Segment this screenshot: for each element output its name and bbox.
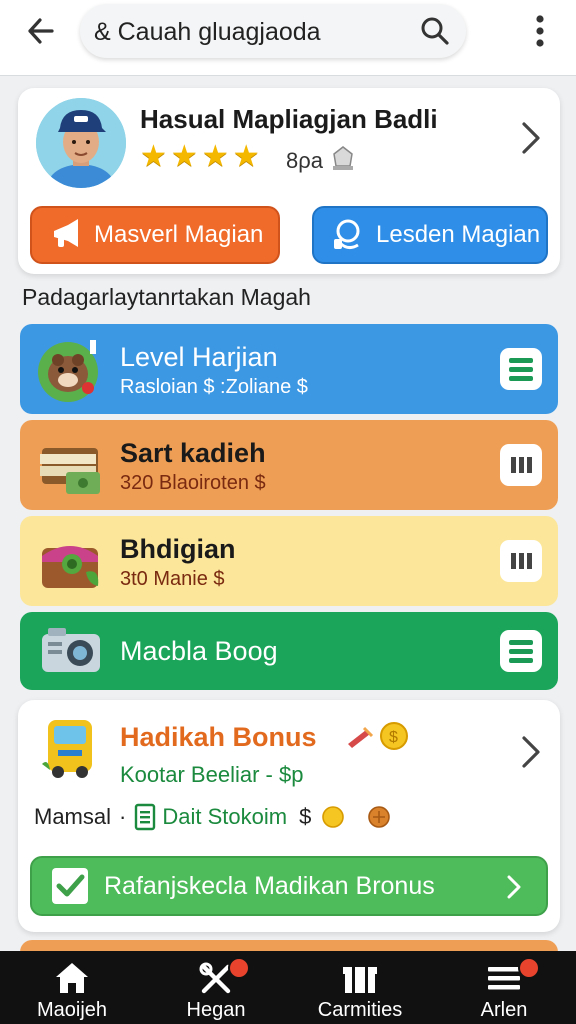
nav-label: Carmities bbox=[317, 999, 403, 1021]
search-input[interactable]: & Cauah gluagjaoda bbox=[94, 18, 321, 47]
nav-item-tools[interactable]: Hegan bbox=[144, 951, 288, 1024]
home-icon bbox=[54, 961, 90, 995]
svg-text:$: $ bbox=[389, 729, 398, 746]
rating-stars: ★ ★ ★ ★ bbox=[140, 142, 260, 172]
nav-item-gifts[interactable]: Carmities bbox=[288, 951, 432, 1024]
star-icon: ★ bbox=[232, 140, 260, 173]
chevron-right-icon[interactable] bbox=[518, 120, 544, 156]
secondary-button[interactable]: Lesden Magian bbox=[312, 206, 548, 264]
megaphone-icon bbox=[44, 215, 90, 255]
nav-label: Arlen bbox=[480, 999, 528, 1021]
nav-item-menu[interactable]: Arlen bbox=[432, 951, 576, 1024]
beaver-mascot-icon bbox=[36, 336, 108, 402]
avatar[interactable] bbox=[36, 98, 126, 188]
bonus-meta: Mamsal · Dait Stokoim $ bbox=[34, 802, 393, 832]
back-arrow-icon[interactable] bbox=[22, 14, 66, 48]
chevron-right-icon bbox=[506, 874, 522, 900]
bottom-nav: Maoijeh Hegan Carmities Arlen bbox=[0, 951, 576, 1024]
meta-link[interactable]: Dait Stokoim bbox=[162, 804, 287, 830]
section-heading: Padagarlaytanrtakan Magah bbox=[22, 284, 311, 310]
nav-label: Hegan bbox=[186, 999, 246, 1021]
secondary-button-label: Lesden Magian bbox=[376, 221, 541, 248]
bars-icon[interactable] bbox=[500, 444, 542, 486]
star-icon: ★ bbox=[201, 140, 229, 173]
nav-item-home[interactable]: Maoijeh bbox=[0, 951, 144, 1024]
chevron-right-icon[interactable] bbox=[518, 734, 544, 770]
rating-text: 8ρa bbox=[286, 148, 323, 173]
coin-icon bbox=[319, 803, 393, 831]
bonus-title: Hadikah Bonus bbox=[120, 722, 317, 752]
nav-label: Maoijeh bbox=[36, 999, 108, 1021]
row-title: Sart kadieh bbox=[120, 438, 266, 468]
trophy-icon bbox=[328, 144, 358, 172]
primary-button-label: Masverl Magian bbox=[94, 221, 264, 248]
row-subtitle: 3t0 Manie $ bbox=[120, 568, 225, 590]
list-item-cash[interactable]: Sart kadieh 320 Blaoiroten $ bbox=[20, 420, 558, 510]
camera-icon bbox=[36, 620, 108, 680]
search-icon[interactable] bbox=[420, 16, 450, 46]
notification-badge bbox=[228, 957, 250, 979]
meta-prefix: Mamsal bbox=[34, 804, 112, 829]
gift-box-icon bbox=[342, 961, 378, 995]
star-icon: ★ bbox=[140, 140, 167, 173]
list-item-chest[interactable]: Bhdigian 3t0 Manie $ bbox=[20, 516, 558, 606]
claim-bonus-button[interactable]: Rafanjskecla Madikan Bronus bbox=[30, 856, 548, 916]
meta-separator: · bbox=[119, 804, 127, 829]
profile-name: Hasual Mapliagjan Badli bbox=[140, 104, 438, 134]
row-subtitle: Rasloian $ :Zoliane $ bbox=[120, 376, 308, 398]
profile-card[interactable]: Hasual Mapliagjan Badli ★ ★ ★ ★ 8ρa Masv… bbox=[18, 88, 560, 274]
list-item-level[interactable]: Level Harjian Rasloian $ :Zoliane $ bbox=[20, 324, 558, 414]
row-subtitle: 320 Blaoiroten $ bbox=[120, 472, 266, 494]
list-item-camera[interactable]: Macbla Boog bbox=[20, 612, 558, 690]
star-icon: ★ bbox=[170, 140, 198, 173]
primary-button[interactable]: Masverl Magian bbox=[30, 206, 280, 264]
treasure-chest-icon bbox=[36, 528, 108, 594]
claim-bonus-label: Rafanjskecla Madikan Bronus bbox=[104, 871, 435, 900]
check-icon bbox=[50, 866, 90, 906]
bonus-subtitle: Kootar Beeliar - $p bbox=[120, 762, 304, 787]
list-icon[interactable] bbox=[500, 348, 542, 390]
bus-icon bbox=[38, 714, 102, 782]
list-icon[interactable] bbox=[500, 630, 542, 672]
row-title: Bhdigian bbox=[120, 534, 236, 564]
row-title: Level Harjian bbox=[120, 342, 278, 372]
search-bar[interactable]: & Cauah gluagjaoda bbox=[80, 4, 466, 58]
row-title: Macbla Boog bbox=[120, 636, 278, 666]
notification-badge bbox=[518, 957, 540, 979]
bonus-card[interactable]: Hadikah Bonus $ Kootar Beeliar - $p Mams… bbox=[18, 700, 560, 932]
meta-dollar: $ bbox=[299, 804, 312, 829]
coin-icon: $ bbox=[344, 720, 410, 752]
top-bar: & Cauah gluagjaoda bbox=[0, 0, 576, 76]
bars-icon[interactable] bbox=[500, 540, 542, 582]
menu-icon bbox=[486, 961, 522, 995]
cash-stack-icon bbox=[36, 432, 108, 498]
headset-icon bbox=[326, 215, 372, 255]
document-icon bbox=[134, 803, 156, 831]
more-vertical-icon[interactable] bbox=[524, 14, 556, 48]
